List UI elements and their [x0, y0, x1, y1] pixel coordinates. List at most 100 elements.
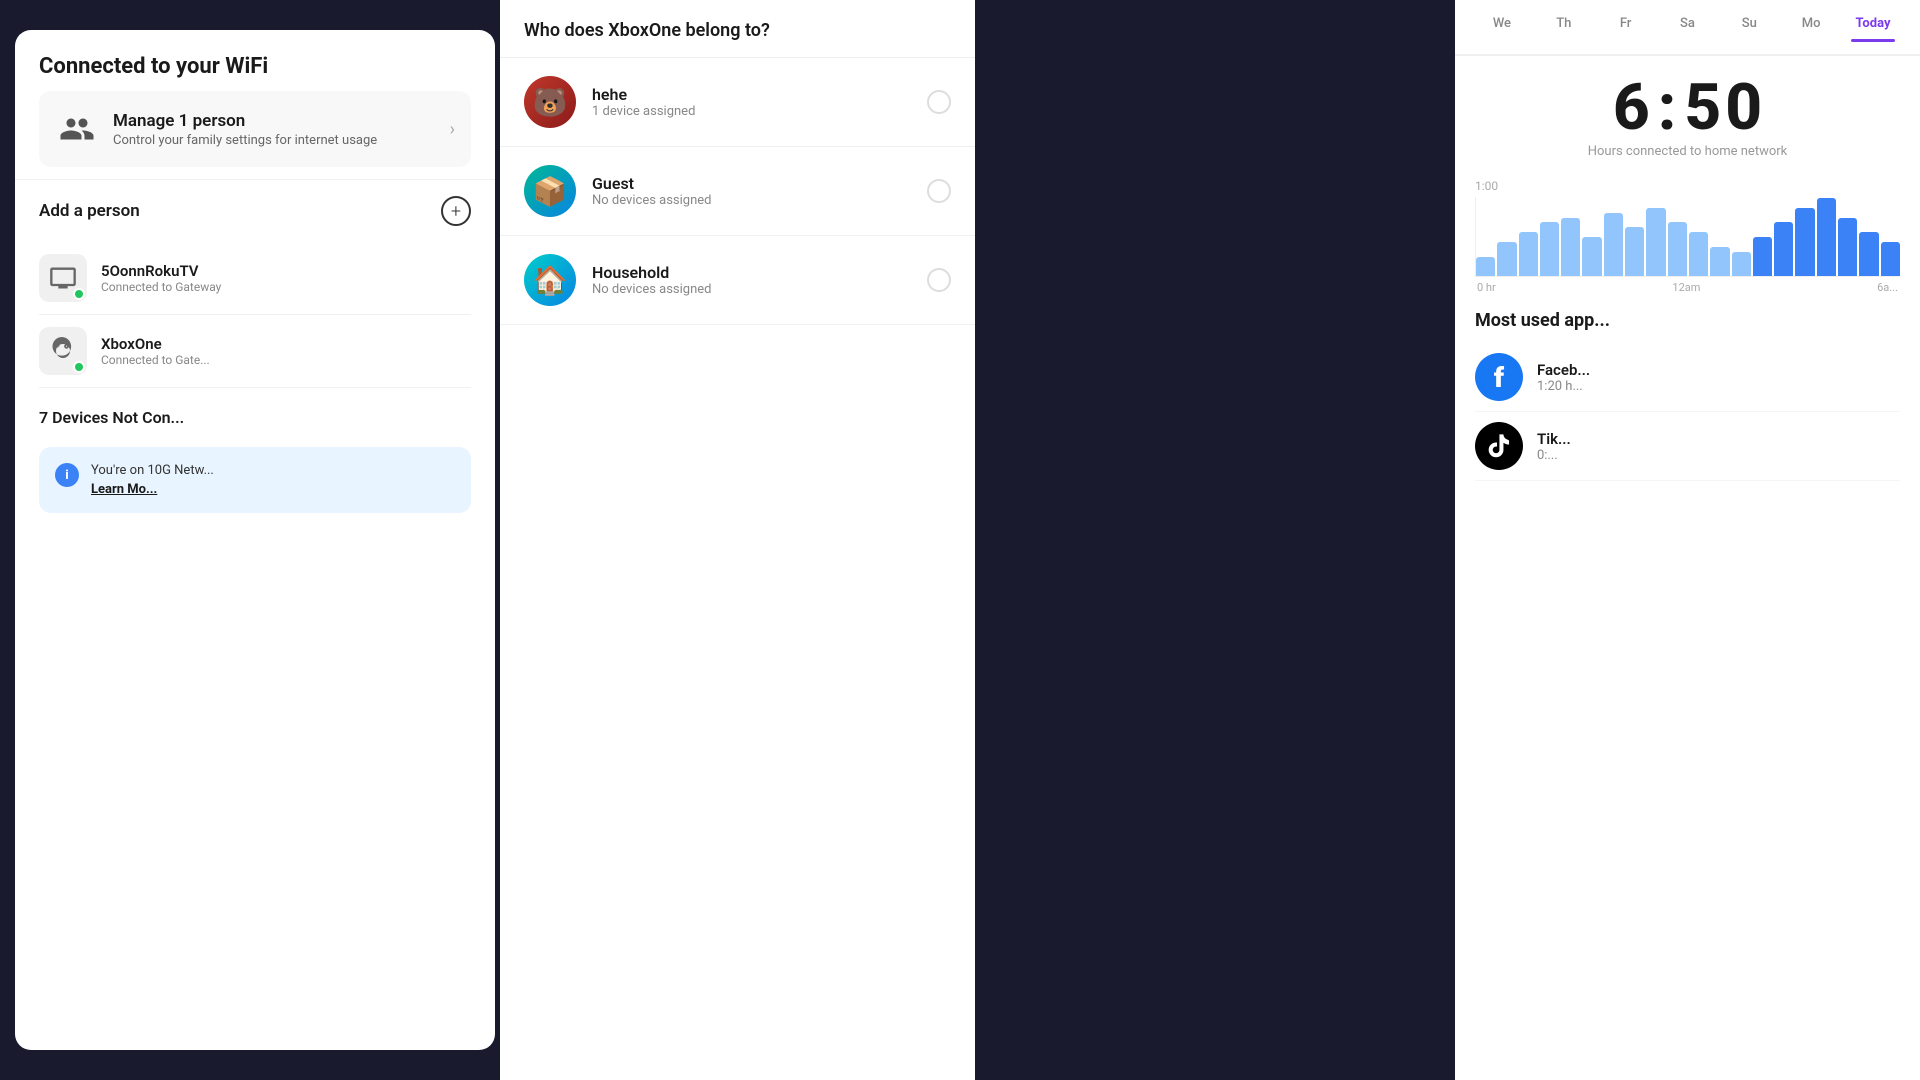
manage-heading: Manage 1 person	[113, 111, 436, 131]
chart-bar	[1838, 218, 1857, 277]
chart-bar	[1519, 232, 1538, 276]
learn-more-link[interactable]: Learn Mo...	[91, 482, 157, 497]
day-th-label: Th	[1556, 16, 1571, 31]
manage-card[interactable]: Manage 1 person Control your family sett…	[39, 91, 471, 167]
chart-bar	[1476, 257, 1495, 277]
chart-bars	[1475, 197, 1900, 277]
chart-bar	[1817, 198, 1836, 276]
chart-x-6a: 6a...	[1877, 281, 1898, 294]
timer-hours: 6	[1613, 76, 1650, 140]
info-text: You're on 10G Netw... Learn Mo...	[91, 463, 214, 497]
roku-info: 5OonnRokuTV Connected to Gateway	[101, 262, 221, 294]
chart-bar	[1689, 232, 1708, 276]
device-item-xbox[interactable]: XboxOne Connected to Gate...	[39, 315, 471, 388]
chart-bar	[1753, 237, 1772, 276]
timer-colon: :	[1658, 76, 1677, 140]
day-su-label: Su	[1742, 16, 1757, 31]
status-online-dot	[73, 288, 85, 300]
day-mo-label: Mo	[1802, 16, 1821, 31]
manage-description: Control your family settings for interne…	[113, 133, 436, 148]
add-person-button[interactable]: +	[441, 196, 471, 226]
device-list: 5OonnRokuTV Connected to Gateway XboxOne…	[15, 234, 495, 396]
device-item-roku[interactable]: 5OonnRokuTV Connected to Gateway	[39, 242, 471, 315]
chart-x-0hr: 0 hr	[1477, 281, 1496, 294]
hehe-sub: 1 device assigned	[592, 104, 911, 119]
chart-bar	[1604, 213, 1623, 276]
chart-y-max: 1:00	[1475, 179, 1498, 193]
roku-name: 5OonnRokuTV	[101, 262, 221, 280]
not-connected-label: 7 Devices Not Con...	[15, 396, 495, 439]
chart-bar	[1859, 232, 1878, 276]
chart-bar	[1774, 222, 1793, 276]
wifi-title: Connected to your WiFi	[39, 54, 471, 79]
household-radio[interactable]	[927, 268, 951, 292]
chart-section: 1:00 0 hr 12am 6a...	[1455, 179, 1920, 294]
add-person-row: Add a person +	[15, 180, 495, 234]
most-used-section: Most used app... f Faceb... 1:20 h... Ti…	[1455, 294, 1920, 497]
day-mo[interactable]: Mo	[1789, 16, 1833, 54]
info-banner: i You're on 10G Netw... Learn Mo...	[39, 447, 471, 513]
day-su[interactable]: Su	[1727, 16, 1771, 54]
person-option-household[interactable]: 🏠 Household No devices assigned	[500, 236, 975, 325]
tiktok-name: Tik...	[1537, 430, 1571, 448]
avatar-hehe: 🐻	[524, 76, 576, 128]
chart-bar	[1881, 242, 1900, 276]
day-sa-label: Sa	[1680, 16, 1695, 31]
status-online-dot-xbox	[73, 361, 85, 373]
facebook-icon: f	[1475, 353, 1523, 401]
hehe-info: hehe 1 device assigned	[592, 85, 911, 119]
middle-panel: Who does XboxOne belong to? 🐻 hehe 1 dev…	[500, 0, 975, 1080]
right-panel: We Th Fr Sa Su Mo Today 6 : 5 0 Hours co…	[1455, 0, 1920, 1080]
device-question: Who does XboxOne belong to?	[500, 0, 975, 58]
guest-sub: No devices assigned	[592, 193, 911, 208]
day-today[interactable]: Today	[1851, 16, 1895, 54]
timer-label: Hours connected to home network	[1479, 144, 1896, 159]
day-fr[interactable]: Fr	[1604, 16, 1648, 54]
day-we[interactable]: We	[1480, 16, 1524, 54]
person-option-hehe[interactable]: 🐻 hehe 1 device assigned	[500, 58, 975, 147]
chart-bar	[1497, 242, 1516, 276]
device-icon-tv	[39, 254, 87, 302]
chart-bar	[1710, 247, 1729, 276]
tiktok-info: Tik... 0:...	[1537, 430, 1571, 463]
person-option-guest[interactable]: 📦 Guest No devices assigned	[500, 147, 975, 236]
most-used-title: Most used app...	[1475, 310, 1900, 331]
chart-bar	[1732, 252, 1751, 276]
timer-section: 6 : 5 0 Hours connected to home network	[1455, 56, 1920, 179]
household-name: Household	[592, 263, 911, 282]
chart-bar	[1561, 218, 1580, 277]
left-panel: Connected to your WiFi Manage 1 person C…	[15, 30, 495, 1050]
day-sa[interactable]: Sa	[1665, 16, 1709, 54]
xbox-info: XboxOne Connected to Gate...	[101, 335, 210, 367]
timer-display: 6 : 5 0	[1479, 76, 1896, 140]
chart-bar	[1668, 222, 1687, 276]
facebook-name: Faceb...	[1537, 361, 1590, 379]
facebook-info: Faceb... 1:20 h...	[1537, 361, 1590, 394]
guest-radio[interactable]	[927, 179, 951, 203]
people-icon	[55, 107, 99, 151]
tiktok-usage: 0:...	[1537, 448, 1571, 463]
tiktok-icon	[1475, 422, 1523, 470]
left-panel-header: Connected to your WiFi Manage 1 person C…	[15, 30, 495, 180]
day-we-label: We	[1493, 16, 1511, 31]
day-th[interactable]: Th	[1542, 16, 1586, 54]
chart-x-12am: 12am	[1672, 281, 1700, 294]
info-message: You're on 10G Netw...	[91, 463, 214, 478]
chart-bar	[1795, 208, 1814, 276]
chart-bar	[1646, 208, 1665, 276]
info-icon: i	[55, 463, 79, 487]
timer-seconds: 0	[1725, 76, 1762, 140]
add-person-label: Add a person	[39, 201, 140, 221]
chevron-right-icon: ›	[450, 119, 455, 140]
xbox-status: Connected to Gate...	[101, 353, 210, 367]
household-sub: No devices assigned	[592, 282, 911, 297]
facebook-usage: 1:20 h...	[1537, 379, 1590, 394]
chart-bar	[1540, 222, 1559, 276]
avatar-guest: 📦	[524, 165, 576, 217]
hehe-radio[interactable]	[927, 90, 951, 114]
roku-status: Connected to Gateway	[101, 280, 221, 294]
active-day-underline	[1851, 39, 1895, 42]
avatar-household: 🏠	[524, 254, 576, 306]
app-item-facebook: f Faceb... 1:20 h...	[1475, 343, 1900, 412]
days-nav: We Th Fr Sa Su Mo Today	[1455, 0, 1920, 56]
